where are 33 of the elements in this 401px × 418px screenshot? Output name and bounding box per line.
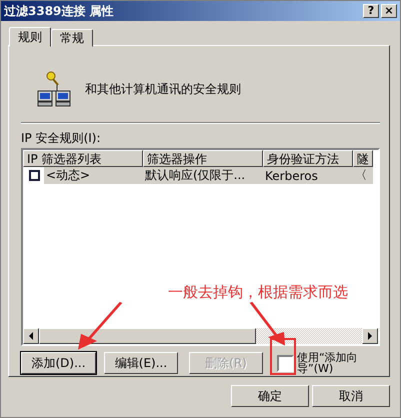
checkbox[interactable] — [277, 354, 294, 372]
highlight-box — [270, 338, 296, 375]
tab[interactable]: 规则 — [9, 27, 51, 47]
column-header[interactable]: 隧 — [353, 150, 373, 167]
window-title: 过滤3389连接 属性 — [4, 2, 114, 20]
scroll-right-button[interactable] — [362, 328, 378, 344]
scroll-thumb[interactable] — [39, 328, 256, 344]
action-button[interactable]: 编辑(E)... — [104, 352, 178, 374]
help-button[interactable]: ? — [363, 4, 379, 18]
table-cell-text: 默认响应(仅限于... — [144, 167, 246, 184]
table-cell-text: <动态> — [45, 167, 92, 184]
wizard-label: 使用“添加向导”(W) — [297, 352, 359, 374]
column-header[interactable]: 身份验证方法 — [263, 150, 353, 167]
action-button[interactable]: 添加(D)... — [21, 352, 96, 374]
table-cell-text: 〈 — [354, 167, 368, 184]
tab[interactable]: 常规 — [51, 29, 93, 47]
column-header[interactable]: IP 筛选器列表 — [23, 150, 143, 167]
annotation-arrow — [75, 301, 125, 351]
rule-row[interactable]: <动态> 默认响应(仅限于... Kerberos 〈 — [44, 167, 373, 184]
networked-computers-key-icon — [37, 71, 71, 107]
column-header[interactable]: 筛选器操作 — [143, 150, 263, 167]
close-button[interactable]: × — [381, 4, 397, 18]
annotation-text: 一般去掉钩，根据需求而选 — [168, 283, 348, 302]
scroll-left-button[interactable] — [23, 328, 39, 344]
checkbox[interactable] — [29, 170, 40, 181]
dialog-button[interactable]: 取消 — [312, 385, 390, 407]
dialog-button[interactable]: 确定 — [231, 385, 309, 407]
table-cell-text: Kerberos — [264, 168, 319, 182]
left-arrow-icon — [28, 332, 34, 340]
description-text: 和其他计算机通讯的安全规则 — [85, 80, 241, 98]
right-arrow-icon — [367, 332, 373, 340]
rules-label: IP 安全规则(I): — [21, 130, 102, 146]
horizontal-scrollbar[interactable] — [23, 328, 378, 344]
